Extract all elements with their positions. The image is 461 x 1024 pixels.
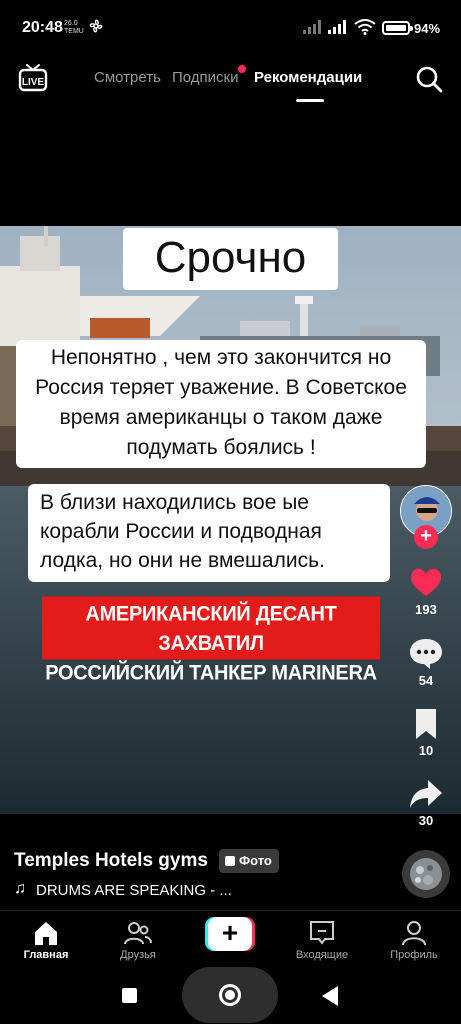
- create-button[interactable]: +: [205, 917, 255, 951]
- news-banner: АМЕРИКАНСКИЙ ДЕСАНТ ЗАХВАТИЛ РОССИЙСКИЙ …: [42, 596, 380, 685]
- music-title[interactable]: DRUMS ARE SPEAKING - ...: [36, 882, 232, 899]
- share-count: 30: [418, 813, 434, 828]
- active-tab-indicator: [296, 99, 324, 102]
- video-caption-text: В близи находились вое ые корабли России…: [28, 484, 390, 582]
- tab-home-label: Главная: [23, 949, 69, 961]
- photo-icon: [225, 856, 235, 866]
- bookmark-icon[interactable]: [408, 706, 444, 742]
- tab-inbox[interactable]: Входящие: [282, 911, 362, 961]
- battery-percent: 94%: [414, 21, 441, 36]
- heart-icon[interactable]: [408, 564, 444, 600]
- tab-subscriptions[interactable]: Подписки: [172, 69, 239, 86]
- inbox-icon: [310, 921, 334, 945]
- comment-icon[interactable]: [408, 636, 444, 672]
- search-icon[interactable]: [414, 64, 444, 94]
- friends-icon: [124, 922, 152, 945]
- tab-friends[interactable]: Друзья: [98, 911, 178, 961]
- comment-count: 54: [418, 673, 434, 688]
- signal-icon: [303, 20, 321, 34]
- banner-line-1: АМЕРИКАНСКИЙ ДЕСАНТ ЗАХВАТИЛ: [85, 602, 337, 656]
- tab-inbox-label: Входящие: [295, 949, 349, 961]
- recents-icon[interactable]: [122, 988, 137, 1003]
- tab-recommendations[interactable]: Рекомендации: [254, 69, 362, 86]
- banner-line-2: РОССИЙСКИЙ ТАНКЕР MARINERA: [45, 661, 377, 685]
- video-quote-text: Непонятно , чем это закончится но Россия…: [16, 340, 426, 468]
- music-disc[interactable]: [402, 850, 450, 898]
- share-icon[interactable]: [408, 776, 444, 812]
- back-icon[interactable]: [322, 986, 338, 1006]
- home-button[interactable]: [182, 967, 278, 1023]
- status-time: 20:48: [22, 19, 63, 36]
- live-tv-icon[interactable]: LIVE: [18, 62, 48, 92]
- save-count: 10: [418, 743, 434, 758]
- live-label: LIVE: [22, 77, 45, 88]
- home-icon: [35, 922, 57, 945]
- status-bar: 20:48 26.0 TEMU 94%: [0, 0, 461, 56]
- profile-icon: [402, 921, 426, 946]
- tab-home[interactable]: Главная: [6, 911, 86, 961]
- follow-button[interactable]: +: [414, 525, 438, 549]
- photo-badge-label: Фото: [239, 853, 272, 868]
- video-title-sticker: Срочно: [123, 228, 338, 290]
- plus-icon: +: [208, 917, 252, 951]
- tab-friends-label: Друзья: [120, 949, 156, 961]
- wifi-icon: [354, 19, 376, 35]
- fan-icon: [89, 19, 103, 33]
- music-note-icon: ♫: [14, 880, 26, 897]
- author-name[interactable]: Temples Hotels gyms: [14, 850, 208, 872]
- tab-profile[interactable]: Профиль: [374, 911, 454, 961]
- tab-watch[interactable]: Смотреть: [94, 69, 161, 86]
- battery-icon: [382, 21, 413, 35]
- photo-badge: Фото: [219, 849, 279, 873]
- status-mini-text: 26.0 TEMU: [64, 20, 84, 35]
- signal-icon-2: [328, 20, 346, 34]
- like-count: 193: [415, 602, 437, 617]
- tab-profile-label: Профиль: [390, 949, 438, 961]
- subscriptions-dot: [238, 65, 246, 73]
